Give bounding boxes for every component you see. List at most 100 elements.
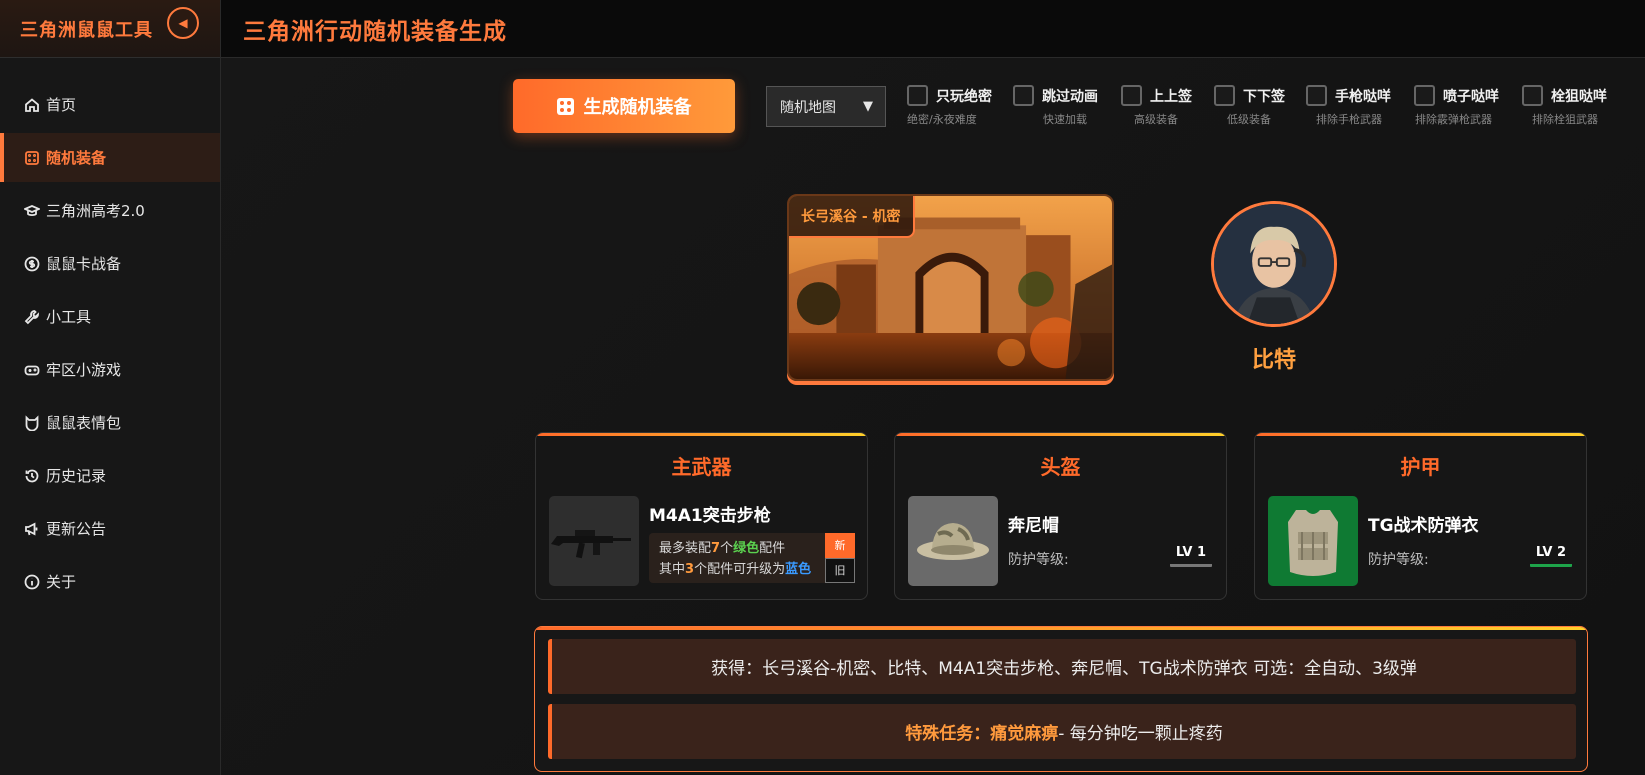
option-label: 栓狙哒咩 <box>1551 88 1607 105</box>
boonie-hat-icon <box>917 523 989 560</box>
option-subtext: 高级装备 <box>1134 113 1178 126</box>
loadout-summary: 获得：长弓溪谷-机密、比特、M4A1突击步枪、奔尼帽、TG战术防弹衣 可选：全自… <box>548 639 1576 694</box>
gamepad-icon <box>24 362 40 378</box>
option-label: 下下签 <box>1243 88 1285 105</box>
protection-level-badge: LV 2 <box>1529 545 1572 567</box>
option-label: 上上签 <box>1150 88 1192 105</box>
option-subtext: 低级装备 <box>1227 113 1271 126</box>
sidebar-item-label: 历史记录 <box>46 467 107 485</box>
option-worst-luck[interactable]: 下下签 低级装备 <box>1214 85 1285 129</box>
option-best-luck[interactable]: 上上签 高级装备 <box>1121 85 1192 129</box>
checkbox[interactable] <box>1214 85 1235 106</box>
armor-card: 护甲 TG战术防弹衣 防护等级: LV 2 <box>1254 432 1587 600</box>
option-no-bolt-sniper[interactable]: 栓狙哒咩 排除栓狙武器 <box>1522 85 1607 129</box>
map-select-value: 随机地图 <box>780 99 836 116</box>
sidebar-item-label: 牢区小游戏 <box>46 361 122 379</box>
attachment-count: 7 <box>711 541 721 556</box>
mission-description: - 每分钟吃一颗止疼药 <box>1058 724 1223 744</box>
sidebar-item-minigames[interactable]: 牢区小游戏 <box>0 345 220 394</box>
checkbox[interactable] <box>1414 85 1435 106</box>
page-title: 三角洲行动随机装备生成 <box>243 18 507 45</box>
text: 个 <box>720 541 734 556</box>
sidebar-item-history[interactable]: 历史记录 <box>0 451 220 500</box>
sidebar-item-label: 鼠鼠表情包 <box>46 414 122 432</box>
app-root: 三角洲鼠鼠工具 ◀ 首页 随机装备 三角洲高考2.0 鼠鼠卡战备 小工具 牢区小… <box>0 0 1645 775</box>
protection-label: 防护等级: <box>1008 552 1069 568</box>
sidebar-item-stickers[interactable]: 鼠鼠表情包 <box>0 398 220 447</box>
brand-header: 三角洲鼠鼠工具 ◀ <box>0 0 220 58</box>
sidebar-item-card-prep[interactable]: 鼠鼠卡战备 <box>0 239 220 288</box>
sidebar-item-random-gear[interactable]: 随机装备 <box>0 133 220 182</box>
top-bar: 三角洲行动随机装备生成 <box>221 0 1645 58</box>
helmet-thumbnail <box>908 496 998 586</box>
sidebar-item-label: 鼠鼠卡战备 <box>46 255 122 273</box>
text: 配件 <box>759 541 786 556</box>
option-label: 只玩绝密 <box>936 88 992 105</box>
weapon-name: M4A1突击步枪 <box>649 506 771 526</box>
armor-thumbnail <box>1268 496 1358 586</box>
sidebar-item-label: 小工具 <box>46 308 92 326</box>
info-icon <box>24 574 40 590</box>
sidebar-nav: 首页 随机装备 三角洲高考2.0 鼠鼠卡战备 小工具 牢区小游戏 鼠鼠表情包 历… <box>0 80 220 606</box>
helmet-card: 头盔 奔尼帽 防护等级: LV 1 <box>894 432 1227 600</box>
map-select[interactable]: 随机地图 ▼ <box>766 86 886 127</box>
wrench-icon <box>24 309 40 325</box>
generate-random-gear-button[interactable]: 生成随机装备 <box>513 79 735 133</box>
checkbox[interactable] <box>907 85 928 106</box>
sidebar-item-announcements[interactable]: 更新公告 <box>0 504 220 553</box>
option-no-pistol[interactable]: 手枪哒咩 排除手枪武器 <box>1306 85 1391 129</box>
attachment-rarity-blue: 蓝色 <box>785 562 812 577</box>
option-label: 跳过动画 <box>1042 88 1098 105</box>
body-armor-icon <box>1288 510 1338 576</box>
operator-avatar <box>1211 201 1337 327</box>
sidebar-item-about[interactable]: 关于 <box>0 557 220 606</box>
result-panel: 获得：长弓溪谷-机密、比特、M4A1突击步枪、奔尼帽、TG战术防弹衣 可选：全自… <box>534 626 1588 772</box>
sidebar-item-label: 随机装备 <box>46 149 107 167</box>
cat-face-icon <box>24 414 40 431</box>
text: 最多装配 <box>659 541 712 556</box>
option-skip-animation[interactable]: 跳过动画 快速加载 <box>1013 85 1098 129</box>
sidebar-item-label: 关于 <box>46 573 77 591</box>
special-mission: 特殊任务：痛觉麻痹 - 每分钟吃一颗止疼药 <box>548 704 1576 759</box>
sidebar: 三角洲鼠鼠工具 ◀ 首页 随机装备 三角洲高考2.0 鼠鼠卡战备 小工具 牢区小… <box>0 0 221 775</box>
helmet-name: 奔尼帽 <box>1008 516 1059 536</box>
brand-title: 三角洲鼠鼠工具 <box>20 19 153 41</box>
checkbox[interactable] <box>1522 85 1543 106</box>
history-icon <box>24 468 40 484</box>
sidebar-item-exam[interactable]: 三角洲高考2.0 <box>0 186 220 235</box>
graduation-cap-icon <box>24 203 40 219</box>
map-label: 长弓溪谷 - 机密 <box>789 196 915 238</box>
option-no-shotgun[interactable]: 喷子哒咩 排除霰弹枪武器 <box>1414 85 1499 129</box>
old-rules-tab[interactable]: 旧 <box>825 558 855 583</box>
checkbox[interactable] <box>1013 85 1034 106</box>
protection-label: 防护等级: <box>1368 552 1429 568</box>
mission-label: 特殊任务：痛觉麻痹 <box>905 724 1059 744</box>
attachment-line-2: 其中3个配件可升级为蓝色 <box>659 559 845 580</box>
attachment-line-1: 最多装配7个绿色配件 <box>659 538 845 559</box>
option-subtext: 绝密/永夜难度 <box>907 113 977 126</box>
megaphone-icon <box>24 521 40 537</box>
card-title: 头盔 <box>1040 455 1081 479</box>
attachment-info: 最多装配7个绿色配件 其中3个配件可升级为蓝色 新 旧 <box>649 533 855 583</box>
option-label: 手枪哒咩 <box>1335 88 1391 105</box>
chevron-down-icon: ▼ <box>863 99 873 114</box>
protection-level-badge: LV 1 <box>1169 545 1212 567</box>
sidebar-item-label: 首页 <box>46 96 77 114</box>
home-icon <box>24 97 40 113</box>
sidebar-item-tools[interactable]: 小工具 <box>0 292 220 341</box>
checkbox[interactable] <box>1306 85 1327 106</box>
option-subtext: 排除栓狙武器 <box>1532 113 1598 126</box>
new-rules-tab[interactable]: 新 <box>825 533 855 558</box>
card-title: 主武器 <box>671 455 732 479</box>
checkbox[interactable] <box>1121 85 1142 106</box>
option-label: 喷子哒咩 <box>1443 88 1499 105</box>
text: 其中 <box>659 562 686 577</box>
collapse-sidebar-button[interactable]: ◀ <box>167 7 199 39</box>
sidebar-item-home[interactable]: 首页 <box>0 80 220 129</box>
main-content: 生成随机装备 随机地图 ▼ 只玩绝密 绝密/永夜难度 跳过动画 快速加载 上上签… <box>221 58 1645 775</box>
sidebar-item-label: 三角洲高考2.0 <box>46 202 145 220</box>
option-top-secret-only[interactable]: 只玩绝密 绝密/永夜难度 <box>907 85 992 129</box>
upgrade-count: 3 <box>685 562 695 577</box>
coin-icon <box>24 256 40 272</box>
option-subtext: 排除霰弹枪武器 <box>1415 113 1492 126</box>
